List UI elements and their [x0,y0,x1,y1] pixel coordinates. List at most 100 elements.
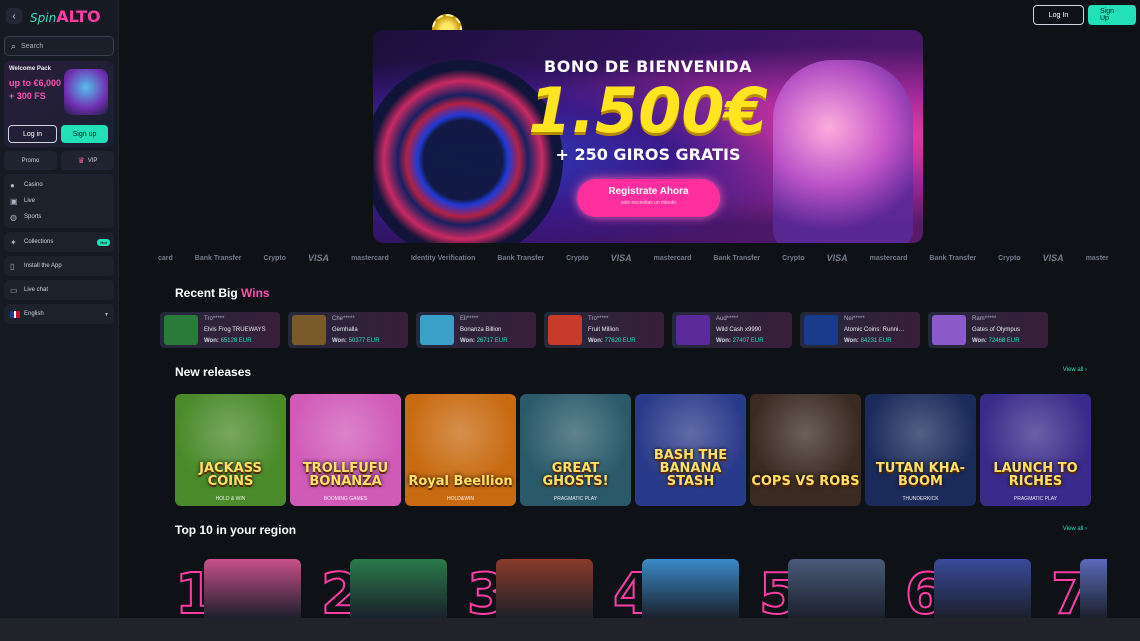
game-title: BASH THE BANANA STASH [653,448,728,489]
game-title: LAUNCH TO RICHES [993,461,1078,489]
title-accent: Wins [241,286,270,300]
sidebar-item-sports[interactable]: ◍ Sports [4,209,114,225]
casino-chip-icon: ● [10,180,15,190]
caret-down-icon: ▾ [104,311,108,318]
uk-flag-icon [10,310,20,318]
payment-logo: Crypto [566,254,589,262]
game-tile [350,559,447,619]
payment-logo: card [158,254,173,262]
payment-logo: VISA [308,253,330,263]
language-selector[interactable]: English ▾ [4,304,114,324]
sidebar-item-collections[interactable]: ✦ Collections Hot [4,232,114,252]
win-info: Eli***** Bonanza Billion Won: 26717 EUR [460,314,508,347]
win-info: Nei***** Atomic Coins: Runni… Won: 84231 E… [844,314,904,347]
sidebar-item-install-app[interactable]: ▯ Install the App [4,256,114,276]
big-win-card[interactable]: Ram***** Gates of Olympus Won: 72468 EUR [928,312,1048,348]
language-label: English [24,311,44,317]
signup-button[interactable]: Sign Up [1088,5,1136,25]
top10-item[interactable]: 5 [758,559,905,619]
top10-item[interactable]: 4 [612,559,759,619]
payment-logo: Crypto [782,254,805,262]
chat-icon: ▭ [10,285,18,295]
sidebar-item-label: Live chat [24,287,49,293]
game-provider: BOOMING GAMES [323,496,368,502]
chevron-left-icon: ‹ [12,10,16,22]
welcome-pack-card[interactable]: Welcome Pack up to €6,000 + 300 FS Log in… [4,61,114,147]
top10-view-all[interactable]: View all › [1063,526,1087,532]
welcome-login-button[interactable]: Log in [8,125,57,143]
big-win-card[interactable]: Che***** Gemhalla Won: 50377 EUR [288,312,408,348]
new-releases-title: New releases [175,365,252,379]
payment-methods-strip: card Bank Transfer Crypto VISA mastercard Ide… [158,250,1108,266]
welcome-bonus-banner[interactable]: BONO DE BIENVENIDA 1.500€ + 250 GIROS GR… [373,30,923,243]
game-tile[interactable]: BASH THE BANANA STASH [635,394,746,506]
win-amount: 65128 EUR [220,337,252,344]
collapse-sidebar-button[interactable]: ‹ [6,8,22,24]
cta-sublabel: solo necesitas un minuto [620,200,677,206]
top10-item[interactable]: 2 [320,559,467,619]
win-amount-row: Won: 65128 EUR [204,336,266,347]
game-provider: PRAGMATIC PLAY [553,496,598,502]
top10-item[interactable]: 7 [1050,559,1107,619]
big-win-card[interactable]: Nei***** Atomic Coins: Runni… Won: 84231 E… [800,312,920,348]
payment-logo: mastercard [351,254,389,262]
won-label: Won: [972,337,987,344]
game-title: JACKASS COINS [199,461,262,489]
game-tile[interactable]: GREAT GHOSTS! PRAGMATIC PLAY [520,394,631,506]
game-tile[interactable]: COPS VS ROBS [750,394,861,506]
game-thumbnail [164,315,198,345]
big-win-card[interactable]: Tro***** Fruit Million Won: 77620 EUR [544,312,664,348]
banner-subtitle: + 250 GIROS GRATIS [555,145,741,164]
win-amount: 27407 EUR [732,337,764,344]
game-thumbnail [292,315,326,345]
payment-logo: Bank Transfer [194,254,242,262]
sidebar-header: ‹ SpinALTO [4,6,114,26]
payment-logo: mastercard [653,254,692,262]
game-tile[interactable]: Royal Beellion HOLD&WIN [405,394,516,506]
search-input[interactable]: ⌕ Search [4,36,114,56]
game-tile[interactable]: LAUNCH TO RICHES PRAGMATIC PLAY [980,394,1091,506]
register-now-button[interactable]: Registrate Ahora solo necesitas un minut… [577,179,720,217]
cta-label: Registrate Ahora [608,186,689,197]
live-icon: ▣ [10,196,18,206]
new-releases-view-all[interactable]: View all › [1063,367,1087,373]
welcome-signup-button[interactable]: Sign up [61,125,108,143]
game-tile[interactable]: JACKASS COINS HOLD & WIN [175,394,286,506]
sidebar-item-live-chat[interactable]: ▭ Live chat [4,280,114,300]
win-info: Che***** Gemhalla Won: 50377 EUR [332,314,380,347]
promo-label: Promo [21,157,40,164]
game-tile [204,559,301,619]
sidebar-item-live[interactable]: ▣ Live [4,193,114,209]
big-win-card[interactable]: Tro***** Elvis Frog TRUEWAYS Won: 65128 EU… [160,312,280,348]
win-amount: 77620 EUR [604,337,636,344]
big-win-card[interactable]: Aud***** Wild Cash x9990 Won: 27407 EUR [672,312,792,348]
sidebar-item-label: Collections [24,239,54,245]
sidebar-item-casino[interactable]: ● Casino [4,177,114,193]
win-amount: 84231 EUR [860,337,892,344]
welcome-art [64,69,108,115]
payment-logo: Crypto [998,254,1021,262]
game-tile[interactable]: TUTAN KHA-BOOM THUNDERKICK [865,394,976,506]
game-tile[interactable]: TROLLFUFU BONANZA BOOMING GAMES [290,394,401,506]
login-button[interactable]: Log In [1033,5,1084,25]
game-title: TUTAN KHA-BOOM [875,461,966,489]
top10-item[interactable]: 3 [466,559,613,619]
big-win-card[interactable]: Eli***** Bonanza Billion Won: 26717 EUR [416,312,536,348]
game-tile [934,559,1031,619]
win-amount-row: Won: 72468 EUR [972,336,1020,347]
game-title: COPS VS ROBS [751,474,860,489]
game-thumbnail [676,315,710,345]
promo-button[interactable]: Promo [4,151,57,170]
top10-item[interactable]: 6 [904,559,1051,619]
win-user: Tro***** [204,315,225,322]
payment-logo: Bank Transfer [929,254,977,262]
vip-button[interactable]: ♛ VIP [61,151,114,170]
logo[interactable]: SpinALTO [30,7,101,26]
won-label: Won: [844,337,859,344]
top10-item[interactable]: 1 [175,559,321,619]
win-amount-row: Won: 50377 EUR [332,336,380,347]
sidebar-item-label: Install the App [24,263,62,269]
won-label: Won: [716,337,731,344]
sidebar-item-label: Live [24,198,36,204]
win-amount: 72468 EUR [988,337,1020,344]
